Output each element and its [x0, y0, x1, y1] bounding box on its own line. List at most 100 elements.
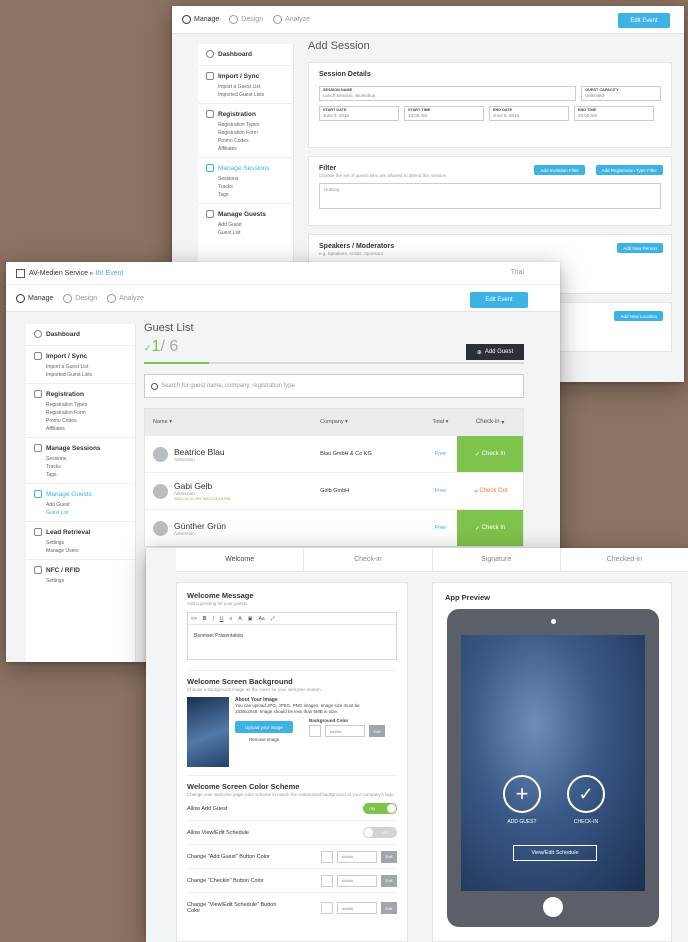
- add-new-location-button[interactable]: Add New Location: [614, 311, 663, 321]
- sidebar-subitem[interactable]: Tags: [34, 471, 127, 479]
- nav-manage[interactable]: Manage: [182, 15, 219, 24]
- sidebar-subitem[interactable]: Imported Guest Lists: [34, 371, 127, 379]
- sidebar-item-import-sync[interactable]: Import / Sync: [206, 72, 285, 80]
- sidebar-subitem[interactable]: Tracks: [34, 463, 127, 471]
- sidebar-item-nfc-rfid[interactable]: NFC / RFID: [34, 566, 127, 574]
- add-invitation-filter-button[interactable]: Add Invitation Filter: [534, 165, 585, 175]
- start-date-field[interactable]: START DATE June 5, 2016: [319, 106, 399, 121]
- upload-image-button[interactable]: Upload your image: [235, 721, 293, 733]
- color-swatch[interactable]: [321, 850, 333, 863]
- nav-analyze[interactable]: Analyze: [107, 293, 144, 303]
- nav-analyze[interactable]: Analyze: [273, 15, 310, 24]
- sidebar-subitem[interactable]: Sessions: [206, 175, 285, 183]
- add-registration-filter-button[interactable]: Add Registration Type Filter: [595, 165, 663, 175]
- sidebar-subitem[interactable]: Settings: [34, 577, 127, 585]
- sidebar-subitem[interactable]: Registration Types: [206, 121, 285, 129]
- col-name[interactable]: Name ▾: [145, 419, 320, 425]
- color-edit-button[interactable]: Edit: [381, 874, 397, 887]
- edit-event-button[interactable]: Edit Event: [470, 292, 528, 308]
- nav-manage[interactable]: Manage: [16, 293, 53, 303]
- start-time-field[interactable]: START TIME 10:00 AM: [404, 106, 484, 121]
- add-guest-button[interactable]: ⊕ Add Guest: [466, 344, 524, 360]
- expand-icon[interactable]: ⤢: [271, 616, 275, 622]
- sidebar-subitem[interactable]: Add Guest: [206, 221, 285, 229]
- bg-color-swatch[interactable]: [309, 725, 321, 737]
- color-swatch[interactable]: [321, 874, 333, 887]
- check-in-button[interactable]: ✓ Check In: [457, 436, 523, 472]
- sidebar-subitem[interactable]: Sessions: [34, 455, 127, 463]
- color-edit-button[interactable]: Edit: [381, 902, 397, 914]
- sidebar-subitem[interactable]: Affiliates: [34, 425, 127, 433]
- allow-view-schedule-toggle[interactable]: OFF: [363, 827, 397, 838]
- italic-icon[interactable]: I: [212, 616, 213, 622]
- sidebar-item-registration[interactable]: Registration: [34, 390, 127, 398]
- font-size-icon[interactable]: Aa: [258, 616, 264, 622]
- nav-design[interactable]: Design: [63, 293, 97, 303]
- sidebar-item-dashboard[interactable]: Dashboard: [206, 50, 285, 58]
- sidebar-item-manage-guests[interactable]: Manage Guests: [34, 490, 127, 498]
- add-new-person-button[interactable]: Add New Person: [617, 243, 663, 253]
- sidebar-subitem[interactable]: Registration Form: [206, 129, 285, 137]
- col-company[interactable]: Company ▾: [320, 419, 423, 425]
- sidebar-item-dashboard[interactable]: Dashboard: [34, 330, 127, 338]
- sidebar-subitem[interactable]: Import a Guest List: [34, 363, 127, 371]
- edit-event-button[interactable]: Edit Event: [618, 13, 670, 28]
- source-icon[interactable]: <>: [191, 616, 197, 622]
- tab-welcome[interactable]: Welcome: [176, 548, 305, 571]
- end-time-field[interactable]: END TIME 03:00 AM: [574, 106, 654, 121]
- sidebar-subitem[interactable]: Guest List: [206, 229, 285, 237]
- sidebar-item-registration[interactable]: Registration: [206, 110, 285, 118]
- sidebar-subitem[interactable]: Tracks: [206, 183, 285, 191]
- guest-capacity-field[interactable]: GUEST CAPACITY Unlimited: [581, 86, 661, 101]
- sidebar-subitem[interactable]: Tags: [206, 191, 285, 199]
- image-icon[interactable]: ▣: [248, 616, 253, 622]
- check-out-button[interactable]: ⇥ Check Out: [457, 473, 523, 509]
- tab-signature[interactable]: Signature: [433, 548, 561, 571]
- col-checkin[interactable]: Check-in ▾: [457, 409, 523, 435]
- sidebar-subitem[interactable]: Add Guest: [34, 501, 127, 509]
- check-in-button[interactable]: ✓ Check In: [457, 510, 523, 546]
- nav-design[interactable]: Design: [229, 15, 263, 24]
- sidebar-item-lead-retrieval[interactable]: Lead Retrieval: [34, 528, 127, 536]
- sidebar-subitem[interactable]: Settings: [34, 539, 127, 547]
- underline-icon[interactable]: U: [220, 616, 224, 622]
- color-edit-button[interactable]: Edit: [381, 850, 397, 863]
- sidebar-item-manage-sessions[interactable]: Manage Sessions: [34, 444, 127, 452]
- sidebar-subitem[interactable]: Promo Codes: [34, 417, 127, 425]
- sidebar-subitem[interactable]: Affiliates: [206, 145, 285, 153]
- sidebar-item-manage-sessions[interactable]: Manage Sessions: [206, 164, 285, 172]
- table-row[interactable]: Beatrice Blau Admission Blau GmbH & Co KG…: [145, 435, 523, 472]
- bold-icon[interactable]: B: [203, 616, 207, 622]
- welcome-message-editor[interactable]: <> B I U ≡ A ▣ Aa ⤢ Boomset Präsentation: [187, 612, 397, 660]
- color-input[interactable]: #####: [337, 850, 377, 863]
- sidebar-item-manage-guests[interactable]: Manage Guests: [206, 210, 285, 218]
- session-name-field[interactable]: SESSION NAME Lunch Session, Workshop: [319, 86, 577, 101]
- breadcrumb[interactable]: ▸ Ihr Event: [90, 269, 123, 277]
- sidebar-subitem[interactable]: Promo Codes: [206, 137, 285, 145]
- check-in-circle-button[interactable]: ✓: [567, 775, 605, 813]
- end-date-field[interactable]: END DATE June 5, 2016: [489, 106, 569, 121]
- remove-image-link[interactable]: Remove image: [249, 737, 293, 742]
- table-row[interactable]: Gabi Gelb Admission WED 01:10 PM WED 01:15…: [145, 472, 523, 509]
- color-swatch[interactable]: [321, 902, 333, 914]
- color-input[interactable]: #####: [337, 874, 377, 887]
- add-guest-circle-button[interactable]: +: [503, 775, 541, 813]
- filter-textarea[interactable]: Nothing: [319, 183, 661, 209]
- editor-body[interactable]: Boomset Präsentation: [188, 625, 396, 659]
- color-input[interactable]: #####: [337, 902, 377, 914]
- sidebar-subitem[interactable]: Import a Guest List: [206, 83, 285, 91]
- tab-checked-in[interactable]: Checked-in: [561, 548, 688, 571]
- sidebar-item-import-sync[interactable]: Import / Sync: [34, 352, 127, 360]
- sidebar-subitem-guest-list[interactable]: Guest List: [34, 509, 127, 517]
- view-edit-schedule-button[interactable]: View/Edit Schedule: [513, 845, 597, 861]
- font-color-icon[interactable]: A: [238, 616, 241, 622]
- tab-check-in[interactable]: Check-in: [304, 548, 433, 571]
- align-icon[interactable]: ≡: [229, 616, 232, 622]
- sidebar-subitem[interactable]: Registration Types: [34, 401, 127, 409]
- table-row[interactable]: Günther Grün Admission Free ✓ Check In: [145, 509, 523, 546]
- sidebar-subitem[interactable]: Manage Users: [34, 547, 127, 555]
- sidebar-subitem[interactable]: Registration Form: [34, 409, 127, 417]
- bg-color-input[interactable]: #####: [325, 725, 365, 737]
- guest-search[interactable]: Search for guest name, company, registra…: [144, 374, 524, 398]
- bg-color-edit-button[interactable]: Edit: [369, 725, 385, 737]
